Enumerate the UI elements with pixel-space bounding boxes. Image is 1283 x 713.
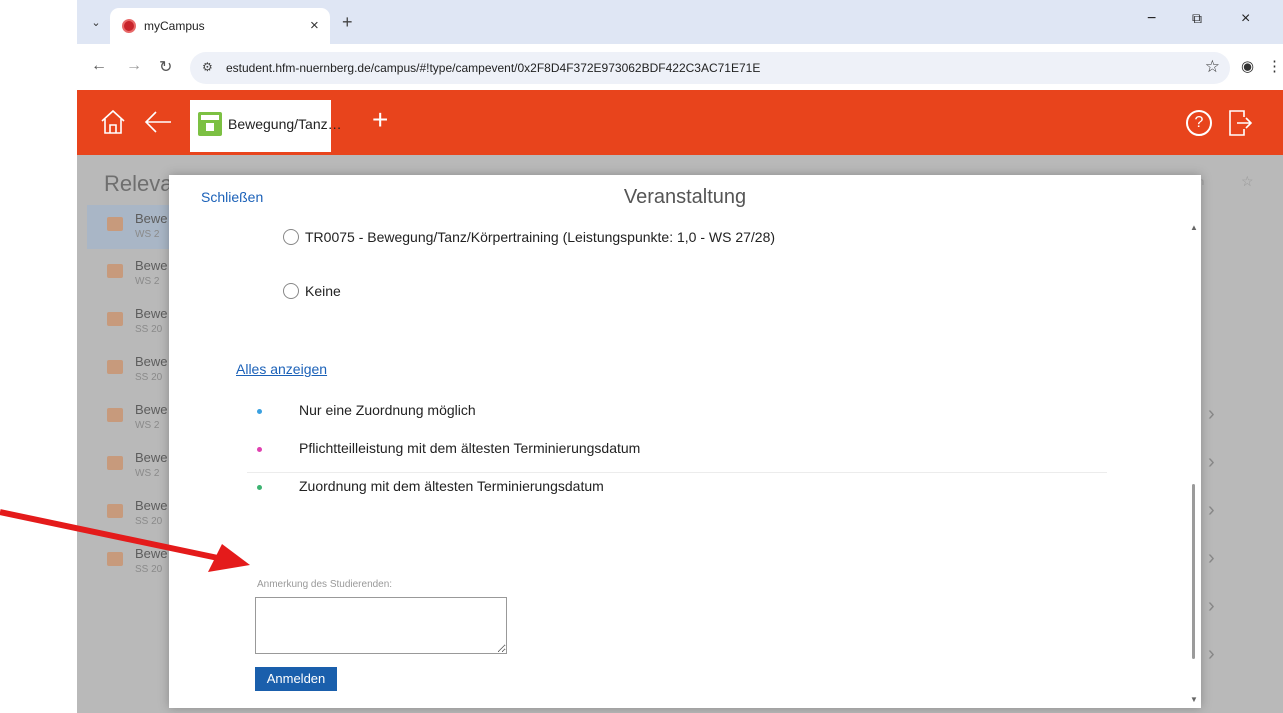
scroll-down-icon[interactable]: ▼ xyxy=(1190,695,1198,704)
calendar-icon xyxy=(198,112,222,136)
logout-icon[interactable] xyxy=(1228,109,1252,137)
legend-dot xyxy=(257,409,262,414)
tab-search-icon[interactable]: ⌄ xyxy=(87,14,105,32)
legend-dot xyxy=(257,485,262,490)
option-label: TR0075 - Bewegung/Tanz/Körpertraining (L… xyxy=(305,229,776,245)
background-list-item: Bewe WS 2 xyxy=(87,205,177,249)
screenshot-root: ⌄ myCampus × + − ⧉ × ← → ↻ ⚙ estudent.hf… xyxy=(0,0,1283,713)
legend-item: Pflichtteilleistung mit dem ältesten Ter… xyxy=(247,435,1107,473)
list-item-title: Bewe xyxy=(135,450,168,465)
background-heading: Releva xyxy=(104,171,173,196)
event-icon xyxy=(107,456,123,470)
legend-text: Zuordnung mit dem ältesten Terminierungs… xyxy=(299,478,604,494)
background-list-item: Bewe WS 2 xyxy=(87,396,177,440)
list-item-sub: WS 2 xyxy=(135,468,160,479)
legend-text: Pflichtteilleistung mit dem ältesten Ter… xyxy=(299,440,641,456)
list-item-sub: WS 2 xyxy=(135,229,160,240)
list-item-sub: SS 20 xyxy=(135,324,163,335)
favicon-icon xyxy=(122,19,136,33)
forward-icon[interactable]: → xyxy=(126,57,142,75)
radio-button[interactable] xyxy=(283,229,299,245)
list-item-title: Bewe xyxy=(135,258,168,273)
event-dialog: Veranstaltung Schließen TR0075 - Bewegun… xyxy=(169,175,1201,708)
back-icon[interactable]: ← xyxy=(91,57,107,75)
help-icon[interactable]: ? xyxy=(1186,110,1212,136)
browser-tab-title: myCampus xyxy=(144,19,205,33)
list-item-title: Bewe xyxy=(135,211,168,226)
profile-icon[interactable]: ◉ xyxy=(1241,57,1254,75)
close-link[interactable]: Schließen xyxy=(201,189,263,205)
dialog-title: Veranstaltung xyxy=(623,186,747,208)
dialog-body: TR0075 - Bewegung/Tanz/Körpertraining (L… xyxy=(169,219,1187,708)
restore-icon[interactable]: ⧉ xyxy=(1192,10,1202,27)
background-star-icon: ☆ xyxy=(1241,173,1254,189)
scroll-up-icon[interactable]: ▲ xyxy=(1190,223,1198,232)
app-header: Bewegung/Tanz… + ? xyxy=(77,90,1283,155)
new-tab-icon[interactable]: + xyxy=(342,12,353,33)
legend-text: Nur eine Zuordnung möglich xyxy=(299,402,476,418)
browser-tab-bar: ⌄ myCampus × + − ⧉ × xyxy=(77,0,1283,44)
event-icon xyxy=(107,264,123,278)
chevron-right-icon: › xyxy=(1208,499,1215,521)
add-tab-icon[interactable]: + xyxy=(372,106,388,134)
legend-dot xyxy=(257,447,262,452)
chevron-right-icon: › xyxy=(1208,643,1215,665)
dialog-scrollbar[interactable]: ▲ ▼ xyxy=(1187,219,1201,708)
list-item-title: Bewe xyxy=(135,402,168,417)
site-info-icon[interactable]: ⚙ xyxy=(202,60,213,74)
app-tab-active[interactable]: Bewegung/Tanz… xyxy=(190,100,342,152)
tab-close-icon[interactable]: × xyxy=(310,17,319,34)
background-list-item: Bewe SS 20 xyxy=(87,348,177,392)
browser-tab[interactable]: myCampus × xyxy=(110,8,330,44)
url-text: estudent.hfm-nuernberg.de/campus/#!type/… xyxy=(226,61,761,75)
show-all-link[interactable]: Alles anzeigen xyxy=(236,361,327,377)
event-icon xyxy=(107,408,123,422)
app-tab-label: Bewegung/Tanz… xyxy=(228,116,342,132)
list-item-sub: WS 2 xyxy=(135,276,160,287)
event-icon xyxy=(107,360,123,374)
menu-icon[interactable]: ⋮ xyxy=(1267,57,1282,75)
back-arrow-icon[interactable] xyxy=(143,108,173,136)
list-item-title: Bewe xyxy=(135,354,168,369)
legend-item: Nur eine Zuordnung möglich xyxy=(247,397,1107,435)
annotation-arrow-icon xyxy=(0,509,250,572)
event-icon xyxy=(107,217,123,231)
background-list-item: Bewe WS 2 xyxy=(87,444,177,488)
background-list-item: Bewe SS 20 xyxy=(87,300,177,344)
radio-button[interactable] xyxy=(283,283,299,299)
note-label: Anmerkung des Studierenden: xyxy=(257,579,393,590)
reload-icon[interactable]: ↻ xyxy=(159,57,172,77)
event-icon xyxy=(107,312,123,326)
dialog-header: Veranstaltung Schließen xyxy=(169,175,1201,219)
address-bar[interactable]: ⚙ estudent.hfm-nuernberg.de/campus/#!typ… xyxy=(190,52,1230,84)
list-item-title: Bewe xyxy=(135,306,168,321)
chevron-right-icon: › xyxy=(1208,403,1215,425)
background-list-item: Bewe WS 2 xyxy=(87,252,177,296)
home-icon[interactable] xyxy=(99,108,127,136)
note-textarea[interactable] xyxy=(255,597,507,654)
chevron-right-icon: › xyxy=(1208,547,1215,569)
browser-toolbar: ← → ↻ ⚙ estudent.hfm-nuernberg.de/campus… xyxy=(77,44,1283,90)
window-close-icon[interactable]: × xyxy=(1241,10,1250,28)
chevron-right-icon: › xyxy=(1208,595,1215,617)
minimize-icon[interactable]: − xyxy=(1147,10,1156,28)
option-label: Keine xyxy=(305,283,341,299)
bookmark-star-icon[interactable]: ☆ xyxy=(1205,57,1220,77)
list-item-sub: SS 20 xyxy=(135,372,163,383)
legend-item: Zuordnung mit dem ältesten Terminierungs… xyxy=(247,473,1107,511)
chevron-right-icon: › xyxy=(1208,451,1215,473)
register-button[interactable]: Anmelden xyxy=(255,667,337,691)
list-item-sub: WS 2 xyxy=(135,420,160,431)
scrollbar-thumb[interactable] xyxy=(1192,484,1195,659)
